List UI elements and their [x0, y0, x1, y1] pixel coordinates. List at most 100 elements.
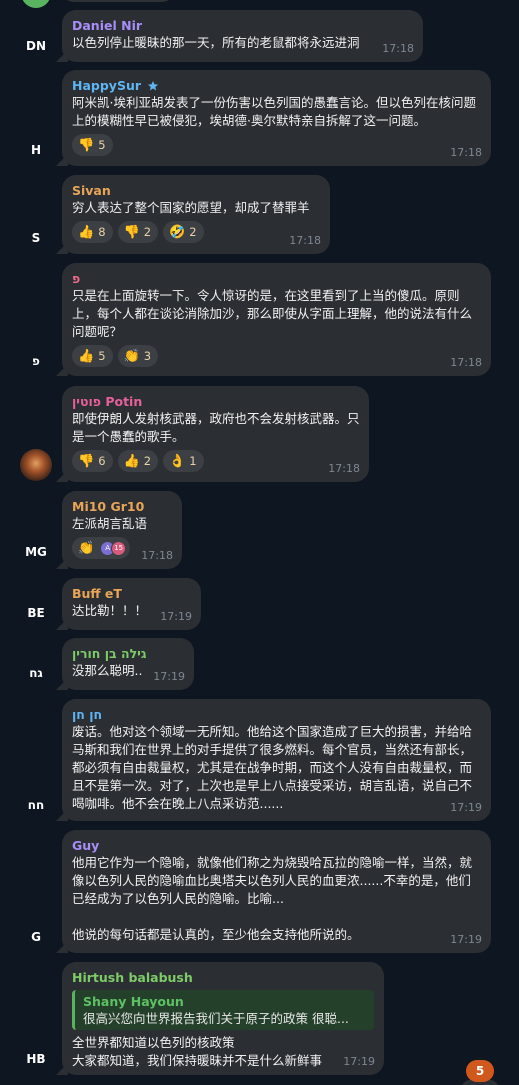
avatar[interactable]: BE — [20, 597, 52, 629]
reaction-thumbs-down[interactable]: 👎 6 — [72, 450, 113, 472]
sender-name[interactable]: חן חן — [72, 707, 481, 723]
thumbs-up-icon: 👍 — [123, 453, 140, 469]
message-bubble: חן חן 废话。他对这个领域一无所知。他给这个国家造成了巨大的损害，并给哈马斯… — [62, 699, 491, 821]
message-time: 17:18 — [289, 234, 321, 247]
sender-name[interactable]: גילה בן חורין — [72, 646, 184, 662]
reaction-clap[interactable]: 👏 A 15 — [72, 537, 131, 559]
message-time: 17:18 — [450, 356, 482, 369]
thumbs-up-icon: 👍 — [78, 348, 95, 364]
reactions: 👍 8 👎 2 🤣 2 — [72, 221, 320, 243]
reaction-thumbs-down[interactable]: 👎 5 — [72, 134, 113, 156]
clap-icon: 👏 — [78, 540, 95, 556]
message-text: 即使伊朗人发射核武器，政府也不会发射核武器。只是一个愚蠢的歌手。 — [72, 411, 360, 444]
reaction-clap[interactable]: 👏 3 — [117, 345, 159, 367]
reaction-count: 2 — [143, 225, 152, 239]
thumbs-up-icon: 👍 — [78, 224, 95, 240]
sender-name-label: Guy — [72, 838, 100, 853]
message-bubble: Buff eT 达比勒！！！ 17:19 — [62, 578, 201, 630]
reactor-avatars: A 15 — [100, 540, 127, 556]
reaction-count: 1 — [189, 454, 197, 468]
message-text: 以色列停止暖昧的那一天，所有的老鼠都将永远进洞 — [72, 35, 360, 50]
reaction-count: 2 — [189, 225, 197, 239]
thumbs-down-icon: 👎 — [123, 224, 140, 240]
sender-name[interactable]: Guy — [72, 838, 481, 854]
avatar[interactable]: S — [20, 222, 52, 254]
sender-name[interactable]: Sivan — [72, 183, 320, 199]
sender-name[interactable]: HappySur — [72, 78, 481, 94]
avatar[interactable] — [21, 0, 51, 8]
star-icon — [147, 80, 159, 92]
reaction-ok-hand[interactable]: 👌 1 — [163, 450, 204, 472]
clap-icon: 👏 — [123, 348, 140, 364]
avatar[interactable]: MG — [20, 536, 52, 568]
message-bubble-partial — [62, 0, 174, 2]
reaction-count: 2 — [143, 454, 152, 468]
message-bubble: גילה בן חורין 没那么聪明.. 17:19 — [62, 638, 194, 690]
sender-name-label: Mi10 Gr10 — [72, 499, 145, 514]
mushroom-cloud-icon[interactable] — [20, 449, 52, 481]
message-bubble: Guy 他用它作为一个隐喻，就像他们称之为烧毁哈瓦拉的隐喻一样，当然，就像以色列… — [62, 830, 491, 953]
message-bubble: Daniel Nir 以色列停止暖昧的那一天，所有的老鼠都将永远进洞 17:18 — [62, 10, 423, 62]
reaction-thumbs-up[interactable]: 👍 8 — [72, 221, 113, 243]
sender-name[interactable]: Hirtush balabush — [72, 970, 374, 986]
thumbs-down-icon: 👎 — [78, 137, 95, 153]
reaction-count: 5 — [98, 138, 106, 152]
avatar[interactable]: H — [20, 134, 52, 166]
avatar[interactable]: DN — [20, 30, 52, 62]
reaction-thumbs-up[interactable]: 👍 2 — [117, 450, 159, 472]
reactions: 👎 6 👍 2 👌 1 — [72, 450, 359, 472]
chat-message-list: DN Daniel Nir 以色列停止暖昧的那一天，所有的老鼠都将永远进洞 17… — [0, 0, 519, 1085]
message-time: 17:19 — [450, 801, 482, 814]
sender-name[interactable]: Buff eT — [72, 586, 191, 602]
message-text: 阿米凯·埃利亚胡发表了一份伤害以色列国的愚蠢言论。但以色列在核问题上的模糊性早已… — [72, 95, 476, 128]
sender-name-label: Hirtush balabush — [72, 970, 193, 985]
message-time: 17:19 — [153, 670, 185, 683]
sender-name-label: פ — [72, 271, 81, 286]
sender-name-label: גילה בן חורין — [72, 646, 147, 661]
message-text: 穷人表达了整个国家的愿望，却成了替罪羊 — [72, 200, 310, 215]
avatar[interactable]: HB — [20, 1043, 52, 1075]
reaction-thumbs-up[interactable]: 👍 5 — [72, 345, 113, 367]
message-time: 17:18 — [382, 42, 414, 55]
unread-count-badge[interactable]: 5 — [466, 1060, 494, 1082]
message-time: 17:18 — [328, 462, 360, 475]
message-text: 他用它作为一个隐喻，就像他们称之为烧毁哈瓦拉的隐喻一样，当然，就像以色列人民的隐… — [72, 855, 473, 942]
sender-name-label: חן חן — [72, 707, 103, 722]
message-bubble: Sivan 穷人表达了整个国家的愿望，却成了替罪羊 👍 8 👎 2 🤣 2 17… — [62, 175, 330, 254]
sender-name[interactable]: Mi10 Gr10 — [72, 499, 172, 515]
sender-name-label: HappySur — [72, 78, 142, 93]
thumbs-down-icon: 👎 — [78, 453, 95, 469]
message-bubble: פוטין Potin 即使伊朗人发射核武器，政府也不会发射核武器。只是一个愚蠢… — [62, 386, 369, 482]
sender-name-label: Daniel Nir — [72, 18, 143, 33]
sender-name-label: Buff eT — [72, 586, 122, 601]
message-text: 左派胡言乱语 — [72, 516, 148, 531]
message-bubble: Hirtush balabush Shany Hayoun 很高兴您向世界报告我… — [62, 962, 384, 1075]
message-bubble: פ 只是在上面旋转一下。令人惊讶的是，在这里看到了上当的傻瓜。原则上，每个人都在… — [62, 263, 491, 376]
sender-name[interactable]: פ — [72, 271, 481, 287]
avatar: 15 — [111, 540, 127, 556]
message-text: 废话。他对这个领域一无所知。他给这个国家造成了巨大的损害，并给哈马斯和我们在世界… — [72, 724, 473, 811]
sender-name-label: Sivan — [72, 183, 111, 198]
message-time: 17:18 — [450, 146, 482, 159]
avatar[interactable]: חח — [20, 789, 52, 821]
avatar[interactable]: פ — [20, 345, 52, 377]
message-text: 只是在上面旋转一下。令人惊讶的是，在这里看到了上当的傻瓜。原则上，每个人都在谈论… — [72, 288, 473, 339]
reactions: 👍 5 👏 3 — [72, 345, 481, 367]
sender-name[interactable]: פוטין Potin — [72, 394, 359, 410]
avatar[interactable]: גח — [20, 657, 52, 689]
message-text: 全世界都知道以色列的核政策 大家都知道，我们保持暖昧并不是什么新鲜事 — [72, 1035, 323, 1068]
reaction-count: 5 — [98, 349, 106, 363]
message-bubble: Mi10 Gr10 左派胡言乱语 👏 A 15 17:18 — [62, 491, 182, 569]
sender-name[interactable]: Daniel Nir — [72, 18, 413, 34]
reactions: 👎 5 — [72, 134, 481, 156]
message-time: 17:19 — [450, 933, 482, 946]
reply-text: 很高兴您向世界报告我们关于原子的政策 很聪... — [83, 1011, 349, 1026]
reply-quote[interactable]: Shany Hayoun 很高兴您向世界报告我们关于原子的政策 很聪... — [72, 990, 374, 1030]
reaction-count: 8 — [98, 225, 106, 239]
reaction-rofl[interactable]: 🤣 2 — [163, 221, 204, 243]
rofl-icon: 🤣 — [169, 224, 186, 240]
reaction-thumbs-down[interactable]: 👎 2 — [117, 221, 159, 243]
avatar[interactable]: G — [20, 921, 52, 953]
message-time: 17:19 — [343, 1055, 375, 1068]
sender-name-label: פוטין Potin — [72, 394, 143, 409]
